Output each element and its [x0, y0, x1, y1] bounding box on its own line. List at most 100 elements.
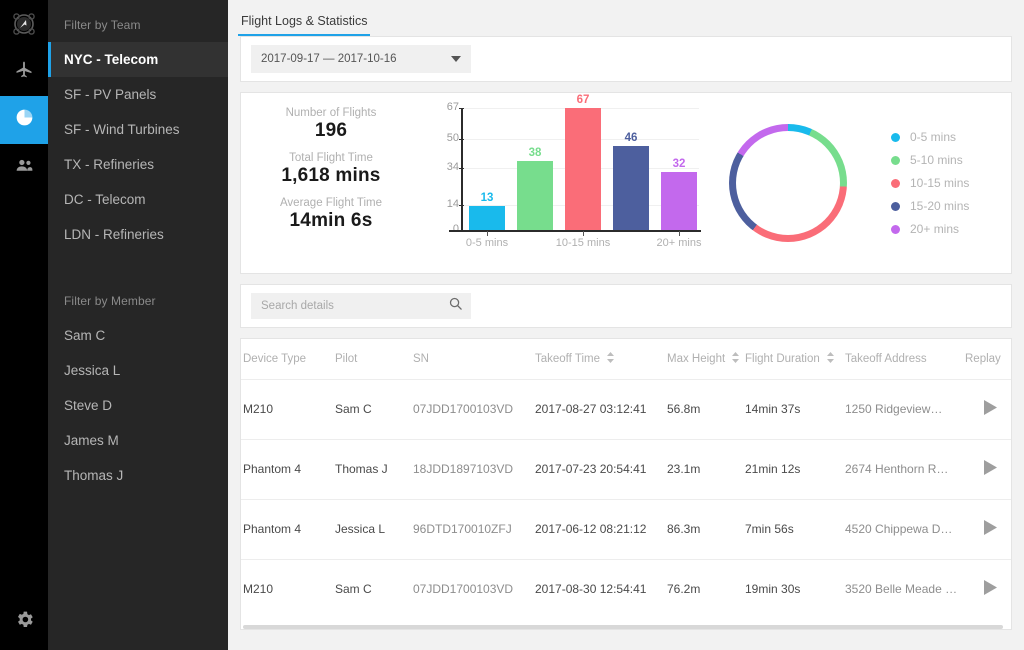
- cell-flight-duration: 7min 56s: [743, 499, 843, 559]
- flight-logs-table-panel: Device Type Pilot SN Takeoff Time: [240, 338, 1012, 630]
- bar-value-label: 67: [565, 94, 601, 106]
- bar[interactable]: 13: [469, 206, 505, 230]
- stat-value-average-flight-time: 14min 6s: [241, 210, 421, 232]
- column-header-flight-duration[interactable]: Flight Duration: [743, 339, 843, 379]
- legend-color-dot: [891, 202, 900, 211]
- rail-item-flights[interactable]: [0, 48, 48, 96]
- legend-color-dot: [891, 133, 900, 142]
- sidebar-item-label: SF - PV Panels: [64, 87, 156, 102]
- summary-stats: Number of Flights 196 Total Flight Time …: [241, 93, 421, 273]
- table-row[interactable]: M210Sam C07JDD1700103VD2017-08-27 03:12:…: [241, 379, 1011, 439]
- column-label: Takeoff Time: [535, 353, 600, 365]
- search-panel: [240, 284, 1012, 328]
- legend-color-dot: [891, 156, 900, 165]
- y-axis-tick-label: 50: [435, 132, 459, 144]
- cell-takeoff-time: 2017-07-23 20:54:41: [533, 439, 665, 499]
- sidebar-item-label: LDN - Refineries: [64, 227, 164, 242]
- sidebar-item-label: Jessica L: [64, 363, 120, 378]
- cell-takeoff-time: 2017-08-27 03:12:41: [533, 379, 665, 439]
- horizontal-scrollbar[interactable]: [243, 625, 1003, 629]
- main-content: Flight Logs & Statistics 2017-09-17 — 20…: [228, 0, 1024, 650]
- legend-item[interactable]: 5-10 mins: [891, 149, 969, 172]
- cell-takeoff-time: 2017-06-12 08:21:12: [533, 499, 665, 559]
- sidebar-item-james-m[interactable]: James M: [48, 423, 228, 458]
- bar[interactable]: 38: [517, 161, 553, 230]
- stat-value-number-of-flights: 196: [241, 120, 421, 142]
- play-icon[interactable]: [984, 584, 997, 598]
- legend-label: 20+ mins: [910, 222, 959, 236]
- sort-icon[interactable]: [827, 352, 834, 366]
- cell-sn: 18JDD1897103VD: [411, 439, 533, 499]
- cell-max-height: 86.3m: [665, 499, 743, 559]
- sort-icon[interactable]: [607, 352, 614, 366]
- cell-sn: 96DTD170010ZFJ: [411, 499, 533, 559]
- column-header-sn[interactable]: SN: [411, 339, 533, 379]
- rail-item-statistics[interactable]: [0, 96, 48, 144]
- sort-icon[interactable]: [732, 352, 739, 366]
- table-row[interactable]: Phantom 4Thomas J18JDD1897103VD2017-07-2…: [241, 439, 1011, 499]
- cell-flight-duration: 14min 37s: [743, 379, 843, 439]
- sidebar-item-sf-pv-panels[interactable]: SF - PV Panels: [48, 77, 228, 112]
- sidebar-item-nyc-telecom[interactable]: NYC - Telecom: [48, 42, 228, 77]
- column-header-takeoff-time[interactable]: Takeoff Time: [533, 339, 665, 379]
- bar[interactable]: 67: [565, 108, 601, 230]
- rail-item-team[interactable]: [0, 144, 48, 192]
- legend-label: 0-5 mins: [910, 130, 956, 144]
- gear-icon: [14, 609, 35, 635]
- sidebar-item-sam-c[interactable]: Sam C: [48, 318, 228, 353]
- table-row[interactable]: Phantom 4Jessica L96DTD170010ZFJ2017-06-…: [241, 499, 1011, 559]
- cell-replay: [963, 499, 1011, 559]
- bar[interactable]: 46: [613, 146, 649, 230]
- column-header-takeoff-address[interactable]: Takeoff Address: [843, 339, 963, 379]
- x-axis-tick: [583, 231, 584, 236]
- cell-replay: [963, 439, 1011, 499]
- x-axis-tick-label: 10-15 mins: [543, 237, 623, 249]
- legend-label: 5-10 mins: [910, 153, 963, 167]
- sidebar-item-jessica-l[interactable]: Jessica L: [48, 353, 228, 388]
- column-header-max-height[interactable]: Max Height: [665, 339, 743, 379]
- play-icon[interactable]: [984, 404, 997, 418]
- table-row[interactable]: M210Sam C07JDD1700103VD2017-08-30 12:54:…: [241, 559, 1011, 619]
- pie-chart-icon: [14, 107, 35, 133]
- sidebar-item-thomas-j[interactable]: Thomas J: [48, 458, 228, 493]
- y-axis-tick-label: 14: [435, 198, 459, 210]
- sidebar-item-label: DC - Telecom: [64, 192, 146, 207]
- column-header-device-type[interactable]: Device Type: [241, 339, 333, 379]
- legend-item[interactable]: 10-15 mins: [891, 172, 969, 195]
- column-label: SN: [413, 353, 429, 365]
- cell-pilot: Jessica L: [333, 499, 411, 559]
- sidebar-item-ldn-refineries[interactable]: LDN - Refineries: [48, 217, 228, 252]
- search-box[interactable]: [251, 293, 471, 319]
- cell-device-type: M210: [241, 559, 333, 619]
- y-axis-tick-label: 0: [435, 223, 459, 235]
- legend-item[interactable]: 15-20 mins: [891, 195, 969, 218]
- sidebar-item-steve-d[interactable]: Steve D: [48, 388, 228, 423]
- column-header-replay[interactable]: Replay: [963, 339, 1011, 379]
- tab-flight-logs-statistics[interactable]: Flight Logs & Statistics: [238, 14, 370, 36]
- bar-value-label: 32: [661, 158, 697, 170]
- y-axis-tick-label: 34: [435, 161, 459, 173]
- date-range-select[interactable]: 2017-09-17 — 2017-10-16: [251, 45, 471, 73]
- date-range-value: 2017-09-17 — 2017-10-16: [261, 53, 397, 65]
- search-input[interactable]: [261, 300, 436, 312]
- legend-item[interactable]: 20+ mins: [891, 218, 969, 241]
- play-icon[interactable]: [984, 524, 997, 538]
- table-header-row: Device Type Pilot SN Takeoff Time: [241, 339, 1011, 379]
- sidebar-item-sf-wind-turbines[interactable]: SF - Wind Turbines: [48, 112, 228, 147]
- legend-item[interactable]: 0-5 mins: [891, 126, 969, 149]
- sidebar-item-tx-refineries[interactable]: TX - Refineries: [48, 147, 228, 182]
- play-icon[interactable]: [984, 464, 997, 478]
- column-label: Replay: [965, 353, 1001, 365]
- sidebar-item-dc-telecom[interactable]: DC - Telecom: [48, 182, 228, 217]
- bar[interactable]: 32: [661, 172, 697, 230]
- flight-logs-table: Device Type Pilot SN Takeoff Time: [241, 339, 1011, 619]
- column-header-pilot[interactable]: Pilot: [333, 339, 411, 379]
- legend-color-dot: [891, 225, 900, 234]
- rail-item-settings[interactable]: [0, 594, 48, 650]
- cell-max-height: 56.8m: [665, 379, 743, 439]
- x-axis-tick: [679, 231, 680, 236]
- search-icon[interactable]: [448, 296, 463, 316]
- x-axis-tick-label: 0-5 mins: [447, 237, 527, 249]
- cell-takeoff-address: 1250 Ridgeview…: [843, 379, 963, 439]
- bar-chart-plot-area: 014345067130-5 mins386710-15 mins463220+…: [421, 97, 711, 272]
